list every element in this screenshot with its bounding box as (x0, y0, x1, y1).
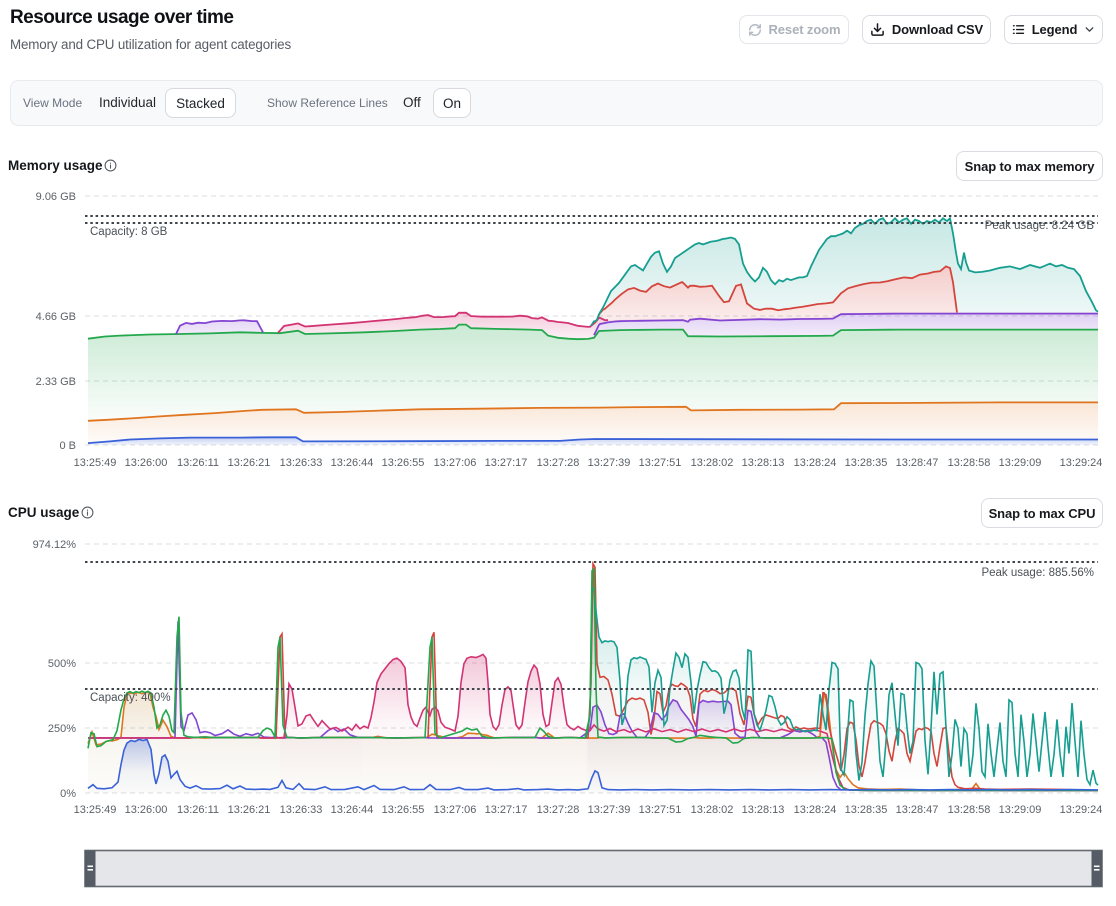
svg-text:974.12%: 974.12% (33, 539, 77, 551)
svg-text:13:26:21: 13:26:21 (228, 804, 271, 816)
svg-text:13:29:24: 13:29:24 (1060, 457, 1103, 469)
svg-text:500%: 500% (48, 658, 76, 670)
svg-text:Peak usage: 8.24 GB: Peak usage: 8.24 GB (985, 220, 1095, 232)
svg-text:13:26:44: 13:26:44 (331, 457, 374, 469)
svg-text:13:28:58: 13:28:58 (948, 457, 991, 469)
svg-text:13:26:33: 13:26:33 (280, 457, 323, 469)
svg-text:4.66 GB: 4.66 GB (36, 311, 76, 323)
svg-text:13:27:51: 13:27:51 (639, 804, 682, 816)
svg-text:13:27:51: 13:27:51 (639, 457, 682, 469)
svg-text:13:27:06: 13:27:06 (434, 804, 477, 816)
svg-text:13:26:11: 13:26:11 (177, 457, 219, 469)
svg-text:13:26:21: 13:26:21 (228, 457, 271, 469)
svg-text:13:28:47: 13:28:47 (896, 804, 939, 816)
svg-text:13:26:11: 13:26:11 (177, 804, 219, 816)
svg-text:13:26:33: 13:26:33 (280, 804, 323, 816)
svg-text:9.06 GB: 9.06 GB (36, 191, 76, 203)
svg-text:13:28:35: 13:28:35 (845, 804, 888, 816)
svg-text:13:29:24: 13:29:24 (1060, 804, 1103, 816)
svg-text:13:27:39: 13:27:39 (588, 804, 631, 816)
svg-text:13:28:58: 13:28:58 (948, 804, 991, 816)
svg-text:13:28:24: 13:28:24 (794, 804, 837, 816)
svg-text:13:29:09: 13:29:09 (999, 457, 1042, 469)
svg-text:13:26:00: 13:26:00 (125, 457, 168, 469)
svg-text:0%: 0% (60, 788, 76, 800)
svg-text:0 B: 0 B (59, 440, 76, 452)
svg-text:250%: 250% (48, 723, 76, 735)
svg-text:13:27:06: 13:27:06 (434, 457, 477, 469)
svg-text:13:26:44: 13:26:44 (331, 804, 374, 816)
svg-text:13:28:13: 13:28:13 (742, 457, 785, 469)
svg-text:13:28:13: 13:28:13 (742, 804, 785, 816)
svg-text:13:27:28: 13:27:28 (537, 804, 580, 816)
svg-text:13:26:00: 13:26:00 (125, 804, 168, 816)
svg-text:Capacity: 400%: Capacity: 400% (90, 692, 171, 704)
svg-text:13:28:02: 13:28:02 (691, 804, 734, 816)
svg-text:13:26:55: 13:26:55 (382, 804, 425, 816)
svg-text:13:26:55: 13:26:55 (382, 457, 425, 469)
svg-text:13:27:17: 13:27:17 (485, 804, 528, 816)
svg-text:13:28:24: 13:28:24 (794, 457, 837, 469)
svg-text:2.33 GB: 2.33 GB (36, 376, 76, 388)
svg-text:13:25:49: 13:25:49 (74, 457, 117, 469)
svg-text:Capacity: 8 GB: Capacity: 8 GB (90, 226, 168, 238)
svg-text:13:25:49: 13:25:49 (74, 804, 117, 816)
svg-text:13:27:17: 13:27:17 (485, 457, 528, 469)
svg-text:13:27:39: 13:27:39 (588, 457, 631, 469)
svg-text:13:28:35: 13:28:35 (845, 457, 888, 469)
svg-text:13:29:09: 13:29:09 (999, 804, 1042, 816)
svg-text:13:27:28: 13:27:28 (537, 457, 580, 469)
svg-text:13:28:02: 13:28:02 (691, 457, 734, 469)
svg-text:Peak usage: 885.56%: Peak usage: 885.56% (981, 567, 1094, 579)
svg-text:13:28:47: 13:28:47 (896, 457, 939, 469)
